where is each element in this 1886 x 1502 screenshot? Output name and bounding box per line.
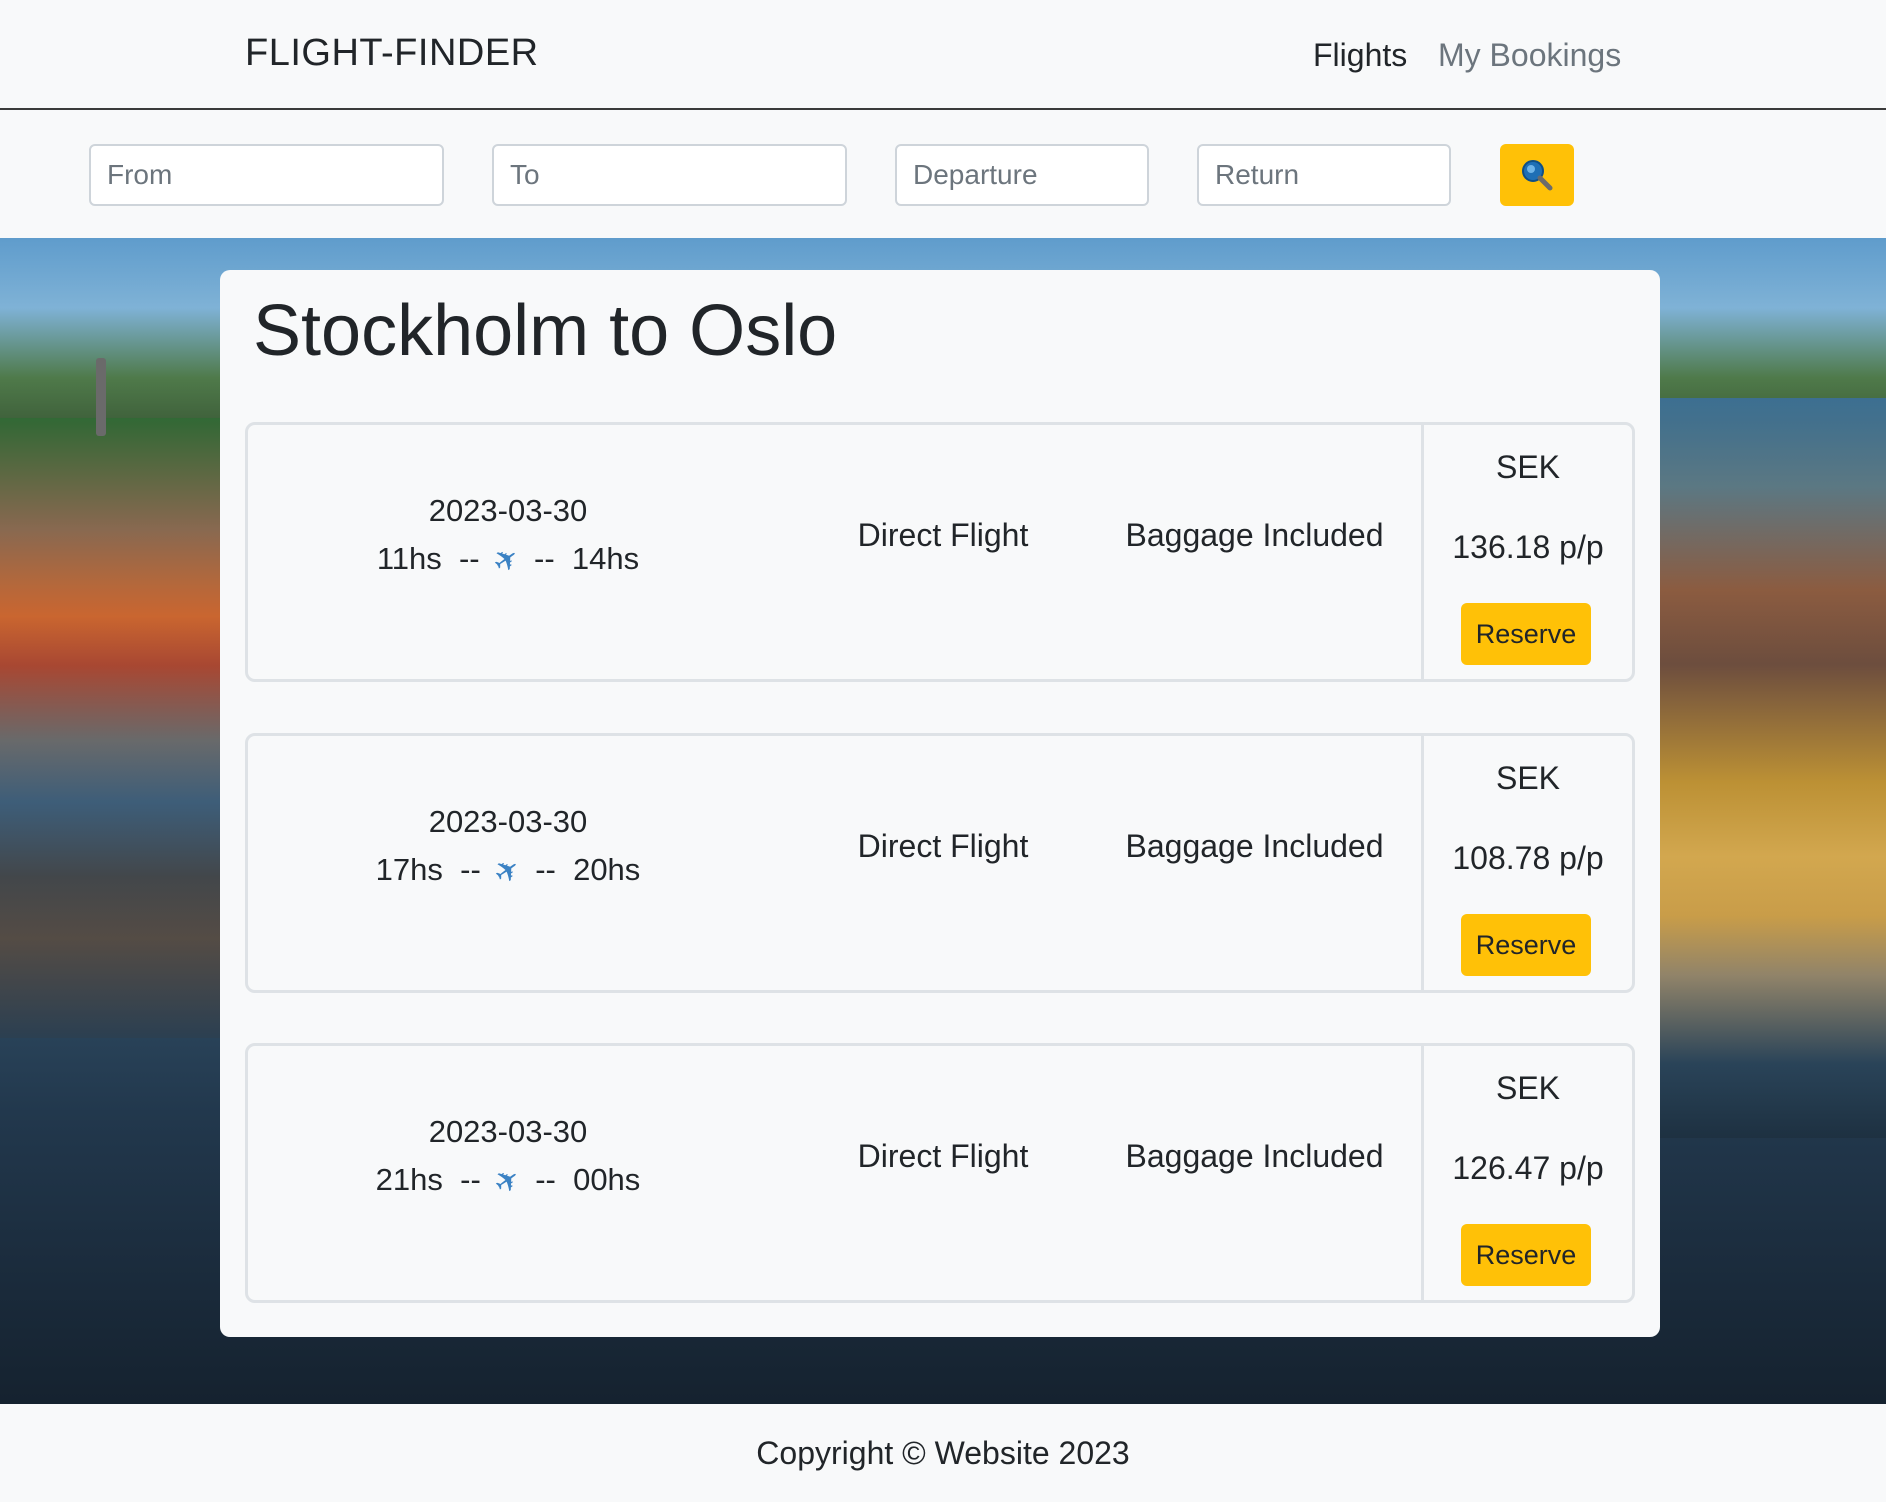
flight-type: Direct Flight — [857, 1138, 1029, 1174]
depart-time: 17hs — [375, 852, 443, 887]
time-separator: -- — [535, 1162, 556, 1197]
airplane-icon: ✈ — [488, 1161, 528, 1203]
reserve-button[interactable]: Reserve — [1461, 914, 1591, 976]
page-title: Stockholm to Oslo — [253, 291, 838, 371]
results-card: Stockholm to Oslo 2023-03-30 11hs -- ✈ -… — [220, 270, 1660, 1337]
price-per-person: 136.18 p/p — [1452, 529, 1604, 565]
return-input[interactable] — [1197, 144, 1451, 206]
flight-times: 11hs -- ✈ -- 14hs — [248, 540, 768, 581]
time-separator: -- — [534, 541, 555, 576]
search-icon — [1522, 160, 1553, 191]
to-input[interactable] — [492, 144, 847, 206]
nav-link-flights[interactable]: Flights — [1313, 37, 1407, 74]
city-photo-right — [1656, 398, 1886, 1138]
time-separator: -- — [458, 541, 480, 576]
flight-times: 17hs -- ✈ -- 20hs — [248, 851, 768, 892]
currency-label: SEK — [1495, 449, 1561, 485]
depart-time: 21hs — [375, 1162, 443, 1197]
time-separator: -- — [460, 852, 481, 887]
flight-type: Direct Flight — [857, 517, 1029, 553]
footer: Copyright © Website 2023 — [0, 1404, 1886, 1502]
tv-tower-shape — [96, 358, 106, 436]
flight-result: 2023-03-30 17hs -- ✈ -- 20hs Direct Flig… — [245, 733, 1635, 993]
arrive-time: 14hs — [571, 541, 640, 576]
flight-times: 21hs -- ✈ -- 00hs — [248, 1161, 768, 1202]
price-per-person: 126.47 p/p — [1452, 1150, 1604, 1186]
brand-logo[interactable]: FLIGHT-FINDER — [245, 32, 539, 75]
price-per-person: 108.78 p/p — [1452, 840, 1604, 876]
flight-date: 2023-03-30 — [428, 1114, 588, 1149]
flight-date: 2023-03-30 — [428, 493, 588, 528]
copyright-text: Copyright © Website 2023 — [756, 1434, 1130, 1471]
reserve-button[interactable]: Reserve — [1461, 603, 1591, 665]
baggage-info: Baggage Included — [1125, 828, 1384, 864]
baggage-info: Baggage Included — [1125, 517, 1384, 553]
reserve-button[interactable]: Reserve — [1461, 1224, 1591, 1286]
from-input[interactable] — [89, 144, 444, 206]
time-separator: -- — [460, 1162, 481, 1197]
search-button[interactable] — [1500, 144, 1574, 206]
departure-input[interactable] — [895, 144, 1149, 206]
airplane-icon: ✈ — [488, 851, 528, 893]
flight-result: 2023-03-30 21hs -- ✈ -- 00hs Direct Flig… — [245, 1043, 1635, 1303]
arrive-time: 00hs — [573, 1162, 641, 1197]
currency-label: SEK — [1495, 760, 1561, 796]
baggage-info: Baggage Included — [1125, 1138, 1384, 1174]
city-photo-left — [0, 418, 230, 1038]
currency-label: SEK — [1495, 1070, 1561, 1106]
arrive-time: 20hs — [573, 852, 641, 887]
flight-type: Direct Flight — [857, 828, 1029, 864]
nav-link-my-bookings[interactable]: My Bookings — [1438, 37, 1621, 74]
time-separator: -- — [535, 852, 556, 887]
navbar: FLIGHT-FINDER Flights My Bookings — [0, 0, 1886, 110]
search-bar — [0, 112, 1886, 238]
flight-result: 2023-03-30 11hs -- ✈ -- 14hs Direct Flig… — [245, 422, 1635, 682]
flight-date: 2023-03-30 — [428, 804, 588, 839]
depart-time: 11hs — [376, 541, 442, 576]
airplane-icon: ✈ — [487, 540, 527, 582]
